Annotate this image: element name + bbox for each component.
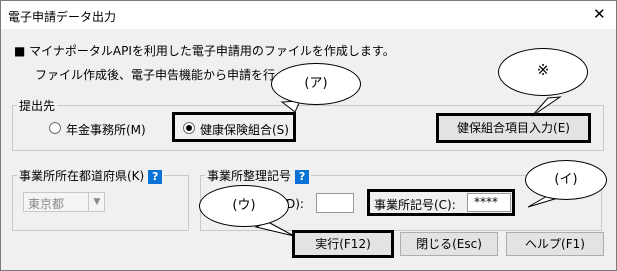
callout-tails — [254, 96, 570, 237]
callout-b: ※ — [498, 48, 588, 96]
callout-c: (イ) — [525, 160, 607, 200]
callout-a: (ア) — [271, 63, 361, 105]
callout-d: (ウ) — [199, 185, 289, 227]
